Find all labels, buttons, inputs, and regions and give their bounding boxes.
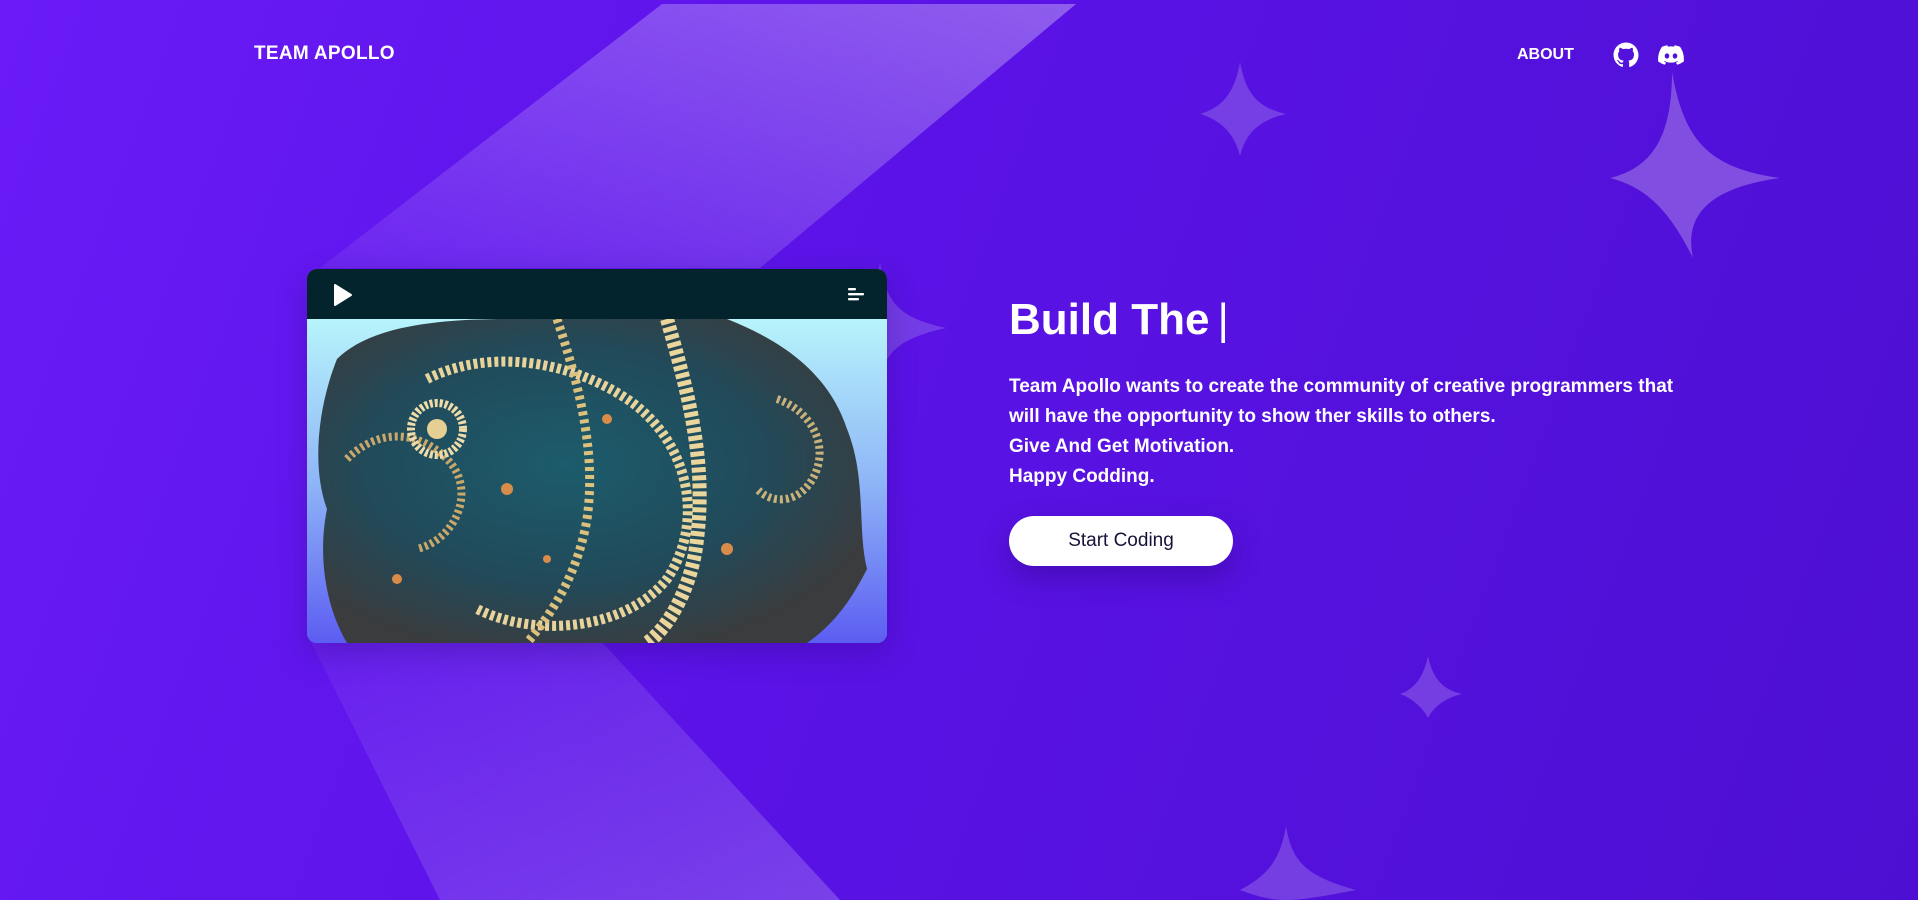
discord-icon[interactable]: [1658, 42, 1684, 68]
brand-logo-link[interactable]: TEAM APOLLO: [254, 43, 395, 65]
nav-link-about[interactable]: ABOUT: [1517, 46, 1574, 64]
typing-cursor: |: [1217, 295, 1229, 344]
menu-icon[interactable]: [847, 286, 865, 302]
fractal-video-frame: [307, 319, 887, 643]
hero-description-line: Give And Get Motivation.: [1009, 436, 1235, 457]
sparkle-top: [1200, 62, 1286, 156]
github-icon[interactable]: [1613, 42, 1639, 68]
video-player[interactable]: [307, 269, 887, 643]
lower-diagonal-band: [310, 640, 840, 900]
sparkle-bottom: [1240, 826, 1356, 900]
video-control-bar: [307, 269, 887, 319]
hero-title-text: Build The: [1009, 295, 1210, 344]
sparkle-large: [1610, 72, 1780, 258]
hero-title: Build The |: [1009, 295, 1229, 345]
hero-description-line: Team Apollo wants to create the communit…: [1009, 376, 1674, 427]
start-coding-button[interactable]: Start Coding: [1009, 516, 1233, 566]
hero-description-line: Happy Codding.: [1009, 466, 1155, 487]
play-icon[interactable]: [329, 282, 355, 308]
sparkle-mid: [1400, 656, 1462, 718]
hero-description: Team Apollo wants to create the communit…: [1009, 372, 1699, 492]
upper-diagonal-band: [320, 4, 1076, 268]
